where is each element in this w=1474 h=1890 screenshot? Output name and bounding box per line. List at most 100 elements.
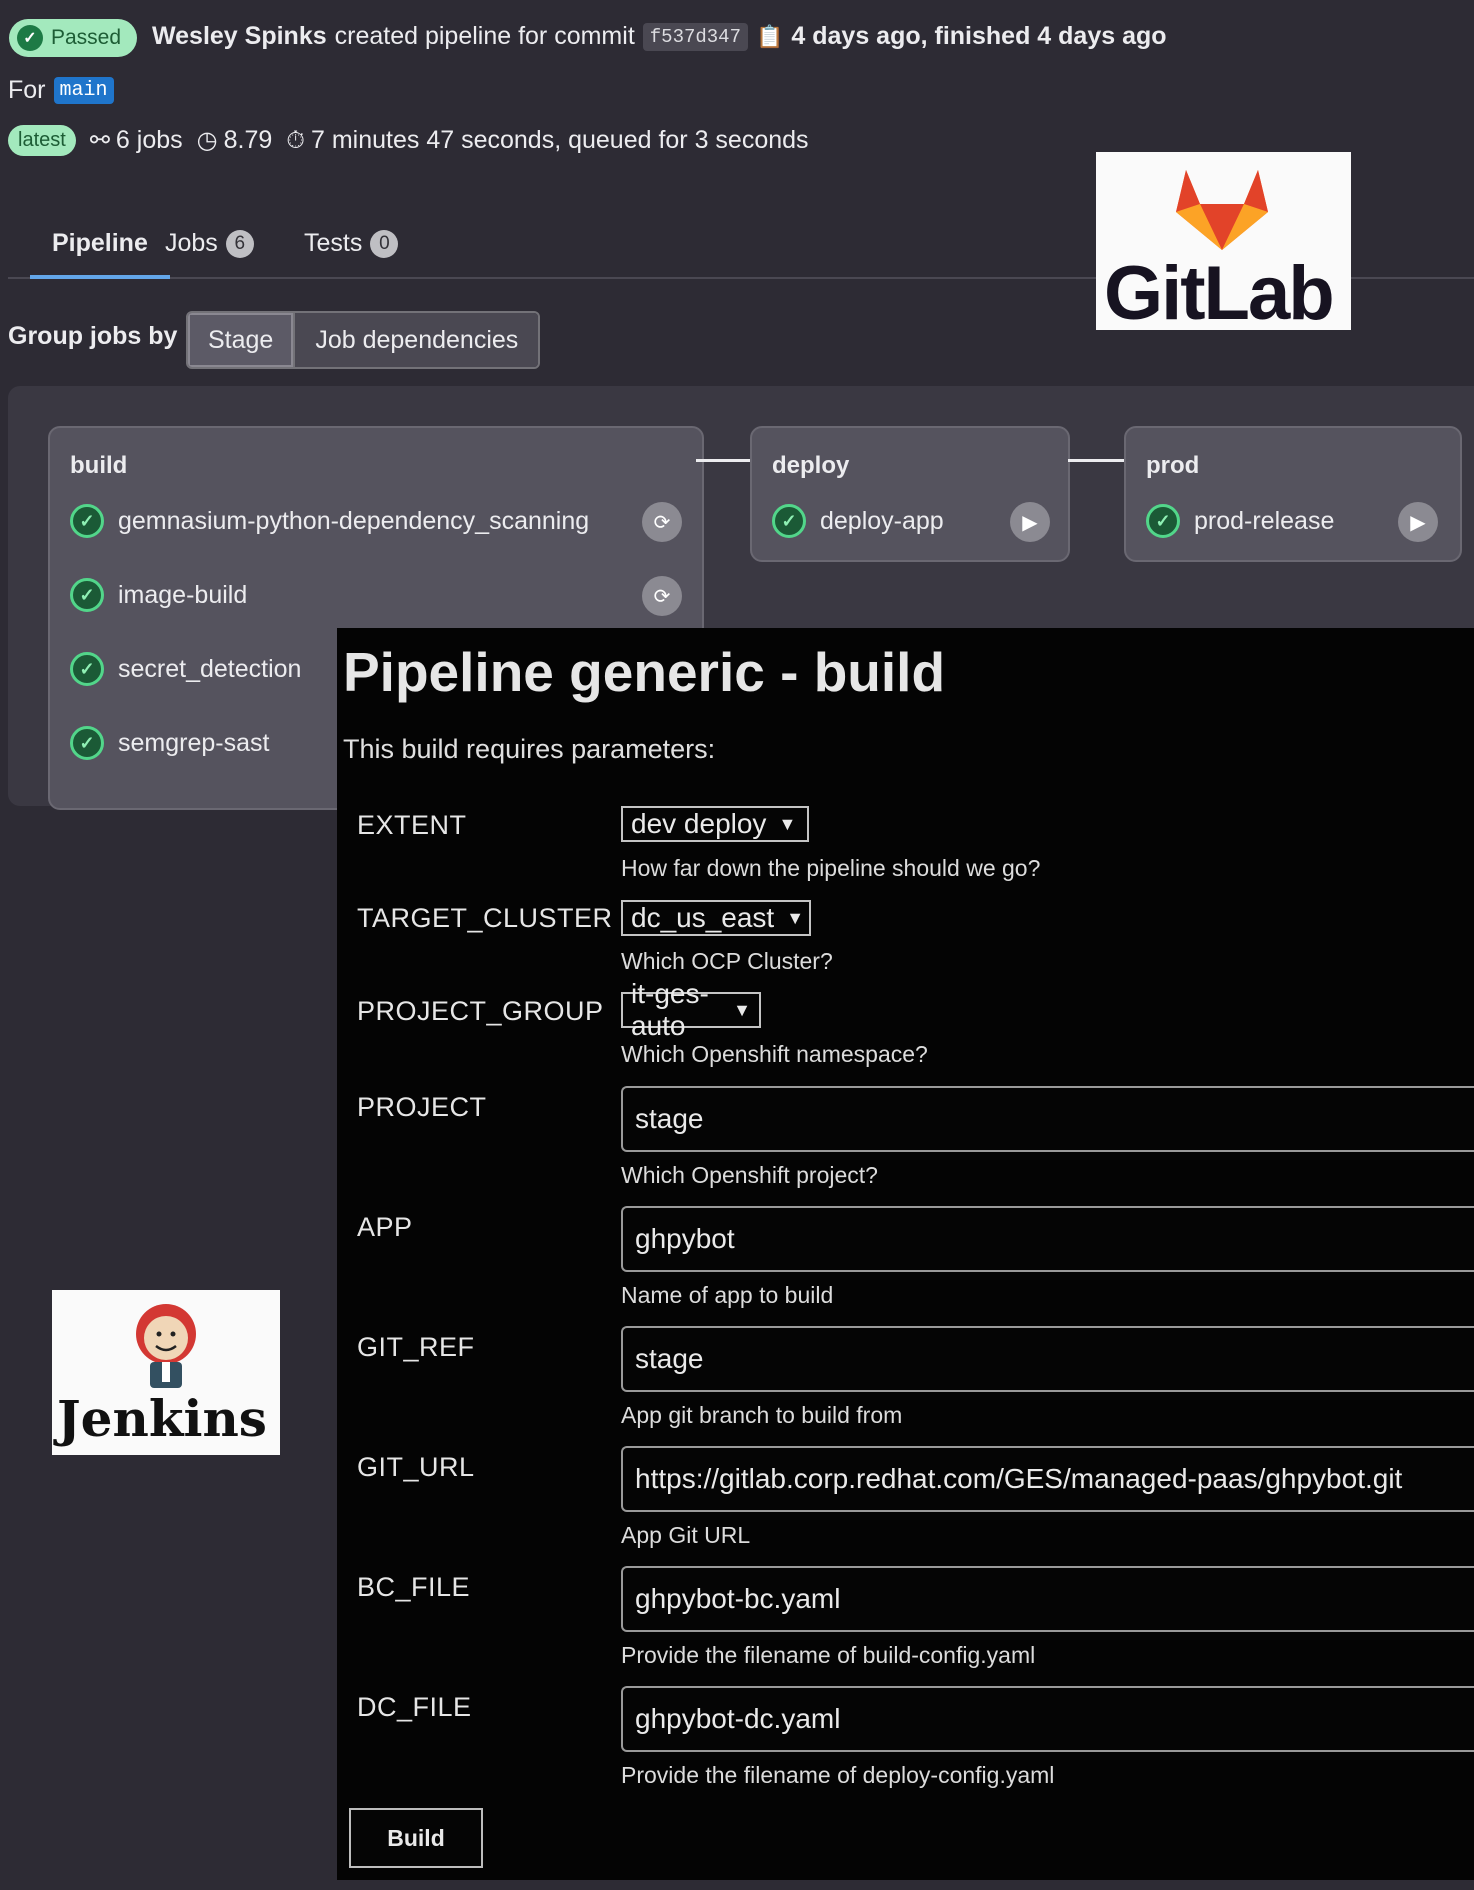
jenkins-logo: Jenkins	[52, 1290, 280, 1455]
status-success-icon: ✓	[70, 578, 104, 612]
job-name: gemnasium-python-dependency_scanning	[118, 506, 590, 535]
dc-file-input[interactable]: ghpybot-dc.yaml	[621, 1686, 1474, 1752]
param-label: APP	[357, 1212, 413, 1242]
author-link[interactable]: Wesley Spinks	[152, 22, 327, 51]
status-success-icon: ✓	[1146, 504, 1180, 538]
status-success-icon: ✓	[70, 652, 104, 686]
tab-jobs[interactable]: Jobs 6	[165, 212, 254, 275]
job-item[interactable]: ✓ secret_detection	[70, 652, 301, 686]
status-success-icon: ✓	[70, 726, 104, 760]
param-description: Provide the filename of deploy-config.ya…	[621, 1762, 1055, 1788]
git-ref-input[interactable]: stage	[621, 1326, 1474, 1392]
compute-text: 8.79	[223, 126, 273, 154]
retry-icon[interactable]: ⟳	[642, 576, 682, 616]
select-value: dc_us_east	[631, 902, 775, 933]
compute-usage: ◷ 8.79	[197, 126, 273, 155]
project-group-select[interactable]: it-ges-auto ▼	[621, 978, 761, 1041]
param-description: Provide the filename of build-config.yam…	[621, 1642, 1036, 1668]
jenkins-wordmark: Jenkins	[57, 1389, 267, 1448]
job-item[interactable]: ✓ image-build	[70, 578, 247, 612]
stage-title: build	[70, 452, 128, 479]
gitlab-logo: GitLab	[1096, 152, 1351, 336]
play-icon[interactable]: ▶	[1398, 502, 1438, 542]
stage-connector	[696, 459, 752, 462]
for-label: For	[8, 76, 46, 104]
gitlab-wordmark: GitLab	[1104, 251, 1335, 336]
pipeline-timing: 4 days ago, finished 4 days ago	[791, 22, 1167, 50]
page-title: Pipeline generic - build	[343, 641, 946, 703]
param-label: EXTENT	[357, 810, 467, 840]
target-cluster-select[interactable]: dc_us_east ▼	[621, 900, 811, 936]
job-name: image-build	[118, 580, 248, 609]
group-by-dependencies-button[interactable]: Job dependencies	[295, 313, 539, 367]
retry-icon[interactable]: ⟳	[642, 502, 682, 542]
tab-pipeline[interactable]: Pipeline	[30, 212, 170, 279]
param-description: Which OCP Cluster?	[621, 948, 833, 974]
param-description: App git branch to build from	[621, 1402, 903, 1428]
status-success-icon: ✓	[772, 504, 806, 538]
job-name: prod-release	[1194, 506, 1335, 535]
extent-select[interactable]: dev deploy ▼	[621, 806, 809, 842]
branch-row: For main	[8, 76, 114, 105]
param-label: DC_FILE	[357, 1692, 472, 1722]
bc-file-input[interactable]: ghpybot-bc.yaml	[621, 1566, 1474, 1632]
param-label: TARGET_CLUSTER	[357, 903, 613, 933]
latest-badge: latest	[8, 125, 76, 156]
param-description: Which Openshift project?	[621, 1162, 878, 1188]
status-label: Passed	[51, 26, 122, 49]
tab-label: Jobs	[165, 229, 218, 257]
pipeline-header: Wesley Spinks created pipeline for commi…	[152, 22, 1167, 51]
jobs-count: ⚯ 6 jobs	[90, 126, 183, 155]
duration-text: 7 minutes 47 seconds, queued for 3 secon…	[311, 126, 809, 154]
git-url-input[interactable]: https://gitlab.corp.redhat.com/GES/manag…	[621, 1446, 1474, 1512]
job-name: secret_detection	[118, 654, 302, 683]
param-description: Name of app to build	[621, 1282, 834, 1308]
page-subtitle: This build requires parameters:	[343, 734, 716, 764]
timer-icon: ⏱	[286, 126, 305, 154]
job-item[interactable]: ✓ deploy-app	[772, 504, 944, 538]
commit-sha[interactable]: f537d347	[642, 22, 748, 51]
tab-tests[interactable]: Tests 0	[304, 212, 399, 275]
compute-icon: ◷	[196, 127, 218, 154]
tanuki-icon	[1176, 170, 1268, 250]
stage-title: prod	[1146, 452, 1200, 479]
tab-label: Pipeline	[52, 229, 148, 257]
check-circle-icon: ✓	[17, 25, 43, 51]
param-description: App Git URL	[621, 1522, 751, 1548]
chevron-down-icon: ▼	[733, 999, 751, 1020]
app-input[interactable]: ghpybot	[621, 1206, 1474, 1272]
project-input[interactable]: stage	[621, 1086, 1474, 1152]
jenkins-build-form: Pipeline generic - build This build requ…	[337, 628, 1474, 1880]
job-item[interactable]: ✓ semgrep-sast	[70, 726, 269, 760]
param-description: How far down the pipeline should we go?	[621, 855, 1041, 881]
param-label: GIT_REF	[357, 1332, 475, 1362]
pipeline-meta: latest ⚯ 6 jobs ◷ 8.79 ⏱ 7 minutes 47 se…	[8, 125, 809, 156]
job-item[interactable]: ✓ gemnasium-python-dependency_scanning	[70, 504, 589, 538]
stage-prod: prod ✓ prod-release ▶	[1124, 426, 1462, 562]
job-item[interactable]: ✓ prod-release	[1146, 504, 1334, 538]
param-label: PROJECT	[357, 1092, 487, 1122]
clipboard-icon[interactable]: 📋	[756, 24, 783, 50]
branch-link[interactable]: main	[53, 77, 114, 104]
stage-title: deploy	[772, 452, 850, 479]
param-description: Which Openshift namespace?	[621, 1041, 928, 1067]
group-by-label: Group jobs by	[8, 322, 178, 350]
tests-count-badge: 0	[370, 229, 399, 258]
param-label: GIT_URL	[357, 1452, 475, 1482]
pipeline-icon: ⚯	[89, 127, 110, 154]
group-by-toggle: Stage Job dependencies	[186, 311, 541, 369]
param-label: PROJECT_GROUP	[357, 996, 604, 1026]
status-badge[interactable]: ✓ Passed	[9, 19, 138, 57]
jenkins-butler-icon	[136, 1304, 196, 1388]
build-button[interactable]: Build	[349, 1808, 483, 1868]
job-name: semgrep-sast	[118, 728, 270, 757]
stage-connector	[1068, 459, 1124, 462]
group-by-stage-button[interactable]: Stage	[188, 313, 296, 367]
play-icon[interactable]: ▶	[1010, 502, 1050, 542]
chevron-down-icon: ▼	[778, 813, 797, 834]
select-value: dev deploy	[631, 808, 767, 839]
action-text: created pipeline for commit	[334, 22, 635, 50]
select-value: it-ges-auto	[631, 978, 709, 1041]
stage-deploy: deploy ✓ deploy-app ▶	[750, 426, 1070, 562]
status-success-icon: ✓	[70, 504, 104, 538]
